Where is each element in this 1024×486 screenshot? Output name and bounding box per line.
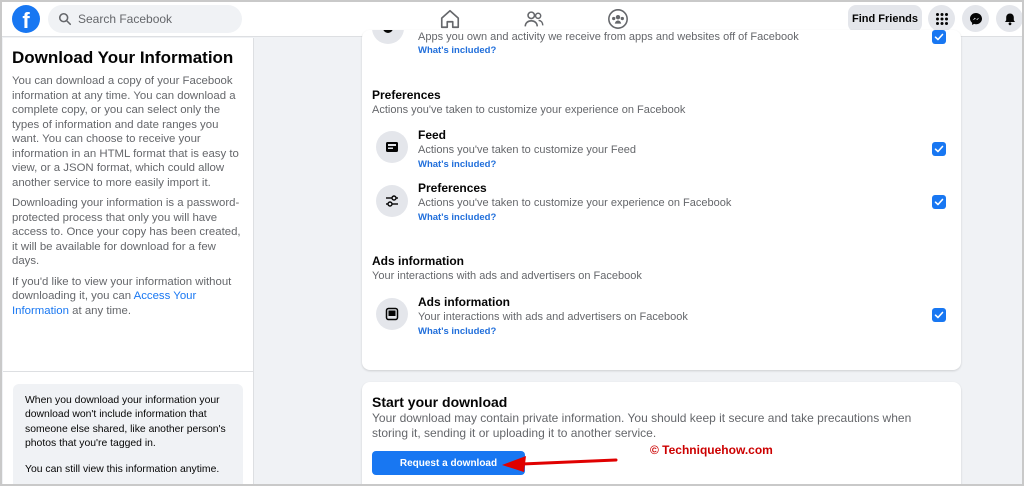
sliders-icon xyxy=(386,195,398,207)
ads-icon-circle xyxy=(376,298,408,330)
search-input[interactable] xyxy=(78,12,238,26)
checkmark-icon xyxy=(934,33,944,41)
start-download-card: Start your download Your download may co… xyxy=(362,382,961,486)
note-text-2: You can still view this information anyt… xyxy=(25,464,220,476)
nav-groups[interactable] xyxy=(604,5,632,33)
feed-icon xyxy=(386,142,398,152)
apps-whats-included-link[interactable]: What's included? xyxy=(418,45,496,56)
nav-home[interactable] xyxy=(436,5,464,33)
access-text-post: at any time. xyxy=(68,304,132,317)
category-icon xyxy=(372,30,404,44)
intro-paragraph: You can download a copy of your Facebook… xyxy=(12,75,239,189)
ads-checkbox[interactable] xyxy=(932,308,946,322)
menu-button[interactable] xyxy=(928,5,955,32)
preferences-checkbox[interactable] xyxy=(932,195,946,209)
messenger-icon xyxy=(969,12,982,25)
ads-item-subtitle: Your interactions with ads and advertise… xyxy=(418,311,688,323)
page-title: Download Your Information xyxy=(12,48,234,67)
apps-subtitle: Apps you own and activity we receive fro… xyxy=(418,31,799,43)
facebook-logo[interactable]: f xyxy=(12,5,40,33)
preferences-icon-circle xyxy=(376,185,408,217)
information-categories-card: Apps you own and activity we receive fro… xyxy=(362,30,961,370)
info-note-box: When you download your information your … xyxy=(13,384,243,484)
red-arrow-annotation xyxy=(502,456,618,472)
apps-icon xyxy=(383,30,393,33)
feed-icon-circle xyxy=(376,131,408,163)
preferences-item-subtitle: Actions you've taken to customize your e… xyxy=(418,197,732,209)
preferences-whats-included-link[interactable]: What's included? xyxy=(418,212,496,223)
find-friends-button[interactable]: Find Friends xyxy=(848,5,922,32)
feed-whats-included-link[interactable]: What's included? xyxy=(418,159,496,170)
search-icon xyxy=(58,12,72,26)
feed-subtitle: Actions you've taken to customize your F… xyxy=(418,144,636,156)
divider xyxy=(3,371,253,372)
download-description: Your download may contain private inform… xyxy=(372,411,912,440)
notifications-button[interactable] xyxy=(996,5,1023,32)
watermark-text: © Techniquehow.com xyxy=(650,443,773,457)
logo-letter: f xyxy=(22,8,30,33)
access-text-pre: If you'd like to view your information w… xyxy=(12,275,232,303)
ads-whats-included-link[interactable]: What's included? xyxy=(418,326,496,337)
ads-item-title: Ads information xyxy=(418,295,510,309)
home-icon xyxy=(440,9,460,29)
preferences-item-title: Preferences xyxy=(418,181,487,195)
feed-title: Feed xyxy=(418,128,447,142)
access-paragraph: If you'd like to view your information w… xyxy=(12,275,243,319)
bell-icon xyxy=(1004,13,1015,25)
note-text-1: When you download your information your … xyxy=(25,395,226,449)
preferences-section-subtitle: Actions you've taken to customize your e… xyxy=(372,104,686,116)
ads-section-title: Ads information xyxy=(372,254,464,268)
password-paragraph: Downloading your information is a passwo… xyxy=(12,197,241,267)
checkmark-icon xyxy=(934,145,944,153)
download-title: Start your download xyxy=(372,394,508,410)
nav-friends[interactable] xyxy=(520,5,548,33)
preferences-section-title: Preferences xyxy=(372,88,441,102)
menu-grid-icon xyxy=(935,12,948,25)
messenger-button[interactable] xyxy=(962,5,989,32)
checkmark-icon xyxy=(934,198,944,206)
apps-checkbox[interactable] xyxy=(932,30,946,44)
search-box[interactable] xyxy=(48,5,242,33)
groups-icon xyxy=(608,9,628,29)
ads-icon xyxy=(385,307,399,321)
friends-icon xyxy=(524,11,544,27)
left-info-panel: Download Your Information You can downlo… xyxy=(3,38,254,484)
feed-checkbox[interactable] xyxy=(932,142,946,156)
checkmark-icon xyxy=(934,311,944,319)
ads-section-subtitle: Your interactions with ads and advertise… xyxy=(372,270,642,282)
